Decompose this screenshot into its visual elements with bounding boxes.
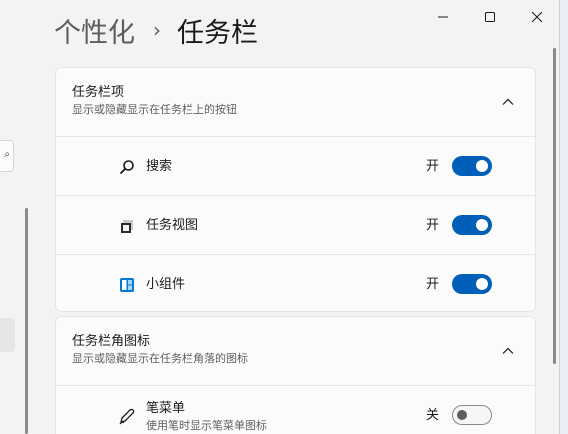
setting-description: 使用笔时显示笔菜单图标: [146, 419, 267, 432]
maximize-icon: [485, 12, 495, 22]
setting-row-search: 搜索 开: [56, 136, 535, 195]
setting-row-task-view: 任务视图 开: [56, 195, 535, 254]
close-icon: [531, 11, 543, 23]
content-scrollbar[interactable]: [553, 48, 556, 364]
toggle-state-text: 开: [426, 159, 440, 174]
section-title: 任务栏项: [72, 85, 125, 100]
toggle-state-text: 开: [426, 277, 440, 292]
setting-row-widgets: 小组件 开: [56, 254, 535, 311]
widgets-icon: [118, 276, 136, 294]
chevron-up-icon[interactable]: [501, 344, 515, 358]
task-view-icon: [118, 217, 136, 235]
desktop-edge: [560, 0, 568, 434]
breadcrumb-separator: ›: [153, 18, 161, 42]
corner-icons-header[interactable]: 任务栏角图标 显示或隐藏显示在任务栏角落的图标: [56, 317, 535, 385]
breadcrumb: 个性化 › 任务栏: [54, 10, 258, 50]
pen-menu-toggle[interactable]: [452, 405, 492, 425]
toggle-state-text: 关: [426, 408, 440, 423]
close-button[interactable]: [514, 2, 560, 32]
section-title: 任务栏角图标: [72, 334, 151, 349]
setting-label: 搜索: [146, 159, 173, 174]
breadcrumb-parent-personalization[interactable]: 个性化: [54, 11, 135, 50]
widgets-toggle[interactable]: [452, 274, 492, 294]
toggle-state-text: 开: [426, 218, 440, 233]
maximize-button[interactable]: [467, 2, 513, 32]
section-subtitle: 显示或隐藏显示在任务栏上的按钮: [72, 103, 237, 116]
minimize-button[interactable]: [420, 2, 466, 32]
minimize-icon: [438, 16, 448, 18]
task-view-toggle[interactable]: [452, 215, 492, 235]
sidebar-selected-item[interactable]: [0, 318, 15, 352]
chevron-up-icon[interactable]: [501, 95, 515, 109]
pen-icon: [118, 407, 136, 425]
setting-label: 小组件: [146, 277, 186, 292]
taskbar-items-section: 任务栏项 显示或隐藏显示在任务栏上的按钮 搜索 开 任务视图 开 小组件 开: [55, 67, 536, 312]
setting-label: 笔菜单: [146, 401, 186, 416]
corner-icons-section: 任务栏角图标 显示或隐藏显示在任务栏角落的图标 笔菜单 使用笔时显示笔菜单图标 …: [55, 316, 536, 434]
search-icon: [118, 158, 136, 176]
page-title: 任务栏: [177, 17, 258, 49]
search-toggle[interactable]: [452, 156, 492, 176]
sidebar-search-box[interactable]: ⌕: [0, 140, 14, 172]
setting-row-pen-menu: 笔菜单 使用笔时显示笔菜单图标 关: [56, 385, 535, 434]
taskbar-items-header[interactable]: 任务栏项 显示或隐藏显示在任务栏上的按钮: [56, 68, 535, 136]
setting-label: 任务视图: [146, 218, 199, 233]
section-subtitle: 显示或隐藏显示在任务栏角落的图标: [72, 352, 248, 365]
sidebar-scrollbar[interactable]: [25, 208, 28, 434]
